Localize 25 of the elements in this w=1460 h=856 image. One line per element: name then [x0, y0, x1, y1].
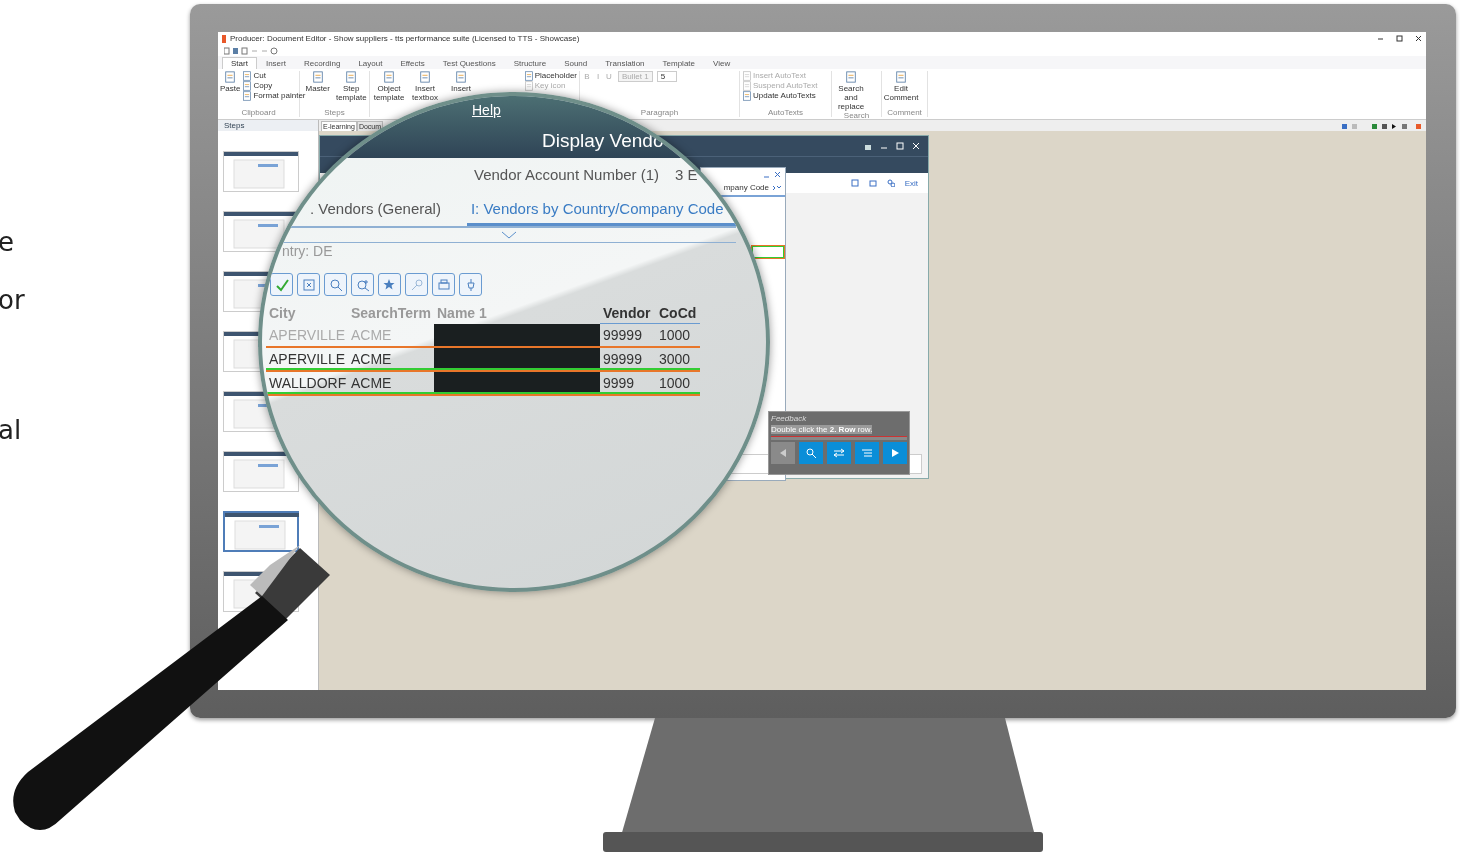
feedback-instruction: Double click the 2. Row row.	[771, 425, 873, 434]
table-cell: APERVILLE	[266, 347, 348, 371]
group-label: Clipboard	[240, 108, 277, 117]
field-label: Vendor Account Number (1)	[474, 166, 660, 185]
table-cell: APERVILLE	[266, 323, 348, 347]
feedback-title: Feedback	[771, 414, 808, 423]
tab-label: mpany Code	[723, 183, 769, 192]
table-cell: 1000	[656, 323, 700, 347]
group-label: Search	[842, 111, 871, 120]
filter-text: ntry: DE	[282, 243, 333, 259]
table-cell: 99999	[600, 347, 656, 371]
table-cell: 9999	[600, 371, 656, 395]
side-text: e	[0, 227, 14, 257]
group-label: Comment	[886, 108, 923, 117]
table-cell: 1000	[656, 371, 700, 395]
side-text: al	[0, 415, 22, 445]
side-text: or	[0, 285, 25, 315]
table-cell: WALLDORF	[266, 371, 348, 395]
table-cell: 99999	[600, 323, 656, 347]
table-cell: 3000	[656, 347, 700, 371]
group-label: Paragraph	[639, 108, 680, 117]
window-title: Producer: Document Editor - Show suppliers - tts performance suite (Licensed to TTS - Showcase)	[230, 34, 581, 43]
panel-title: Steps	[224, 121, 245, 130]
group-label: AutoTexts	[766, 108, 805, 117]
group-label: Steps	[323, 108, 346, 117]
